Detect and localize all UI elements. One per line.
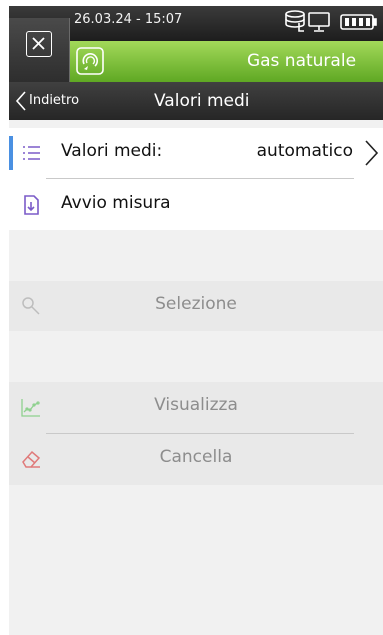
- close-button[interactable]: [9, 18, 70, 82]
- status-datetime: 26.03.24 - 15:07: [74, 12, 183, 27]
- setting-label: Avvio misura: [61, 193, 171, 213]
- setting-value: automatico: [256, 141, 353, 161]
- app-frame: 26.03.24 - 15:07 Gas naturale Indietro V…: [9, 6, 383, 635]
- setting-avvio-misura[interactable]: Avvio misura: [9, 180, 383, 230]
- back-button[interactable]: Indietro: [9, 82, 109, 120]
- page-title: Valori medi: [154, 91, 250, 111]
- gas-analyzer-icon[interactable]: [76, 47, 104, 75]
- list-icon: [23, 146, 40, 160]
- battery-icon: [340, 14, 377, 30]
- database-icon: [285, 10, 305, 32]
- selection-indicator: [9, 136, 13, 170]
- view-button[interactable]: Visualizza: [9, 382, 383, 432]
- setting-valori-medi[interactable]: Valori medi: automatico: [9, 128, 383, 178]
- actions-block: Visualizza Cancella: [9, 382, 383, 485]
- settings-card: Valori medi: automatico Avvio misura: [9, 128, 383, 230]
- chevron-left-icon: [15, 91, 26, 111]
- selection-block: Selezione: [9, 281, 383, 331]
- selection-button[interactable]: Selezione: [9, 281, 383, 331]
- chevron-right-icon: [365, 140, 379, 166]
- view-label: Visualizza: [154, 395, 238, 415]
- divider: [46, 178, 354, 179]
- app-title: Gas naturale: [246, 51, 357, 71]
- back-label: Indietro: [29, 93, 80, 108]
- selection-label: Selezione: [155, 294, 237, 314]
- app-title-bar: Gas naturale: [70, 41, 383, 82]
- delete-button[interactable]: Cancella: [9, 434, 383, 484]
- nav-bar: Indietro Valori medi: [9, 82, 383, 120]
- close-icon: [26, 31, 52, 57]
- delete-label: Cancella: [159, 447, 233, 467]
- status-icons: [285, 10, 377, 32]
- monitor-icon: [308, 12, 330, 32]
- measurement-start-icon: [24, 195, 39, 215]
- setting-label: Valori medi:: [61, 141, 163, 161]
